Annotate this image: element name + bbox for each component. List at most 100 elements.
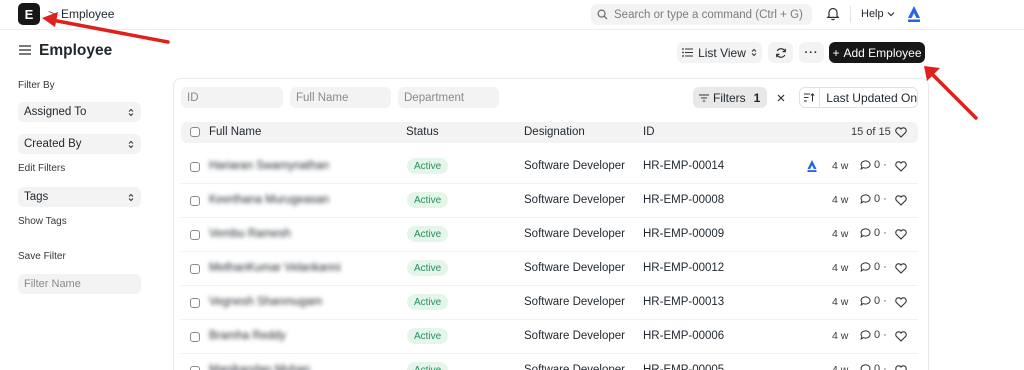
like-heart-icon[interactable] [895,161,907,172]
add-employee-label: Add Employee [843,45,922,60]
column-header-status: Status [406,126,439,138]
comment-count[interactable]: 0 · [860,159,887,171]
user-avatar[interactable] [906,5,922,23]
status-badge: Active [407,260,449,276]
row-checkbox[interactable] [190,332,200,342]
row-checkbox[interactable] [190,298,200,308]
filter-name-input[interactable] [18,274,141,294]
full-name-filter-input[interactable] [290,87,391,108]
heart-icon[interactable] [895,127,907,138]
table-row[interactable]: Hariaran Swamynathan Active Software Devel… [181,150,918,184]
table-row[interactable]: MethanKumar Velankanni Active Software Dev… [181,252,918,286]
separator-dot-icon: · [883,363,887,370]
refresh-icon [775,47,786,58]
plus-icon: + [832,45,840,60]
like-heart-icon[interactable] [895,229,907,240]
sort-descending-icon [804,93,815,102]
app-logo[interactable]: E [18,3,40,25]
select-arrows-icon [128,193,134,201]
separator-dot-icon: · [883,295,887,307]
comment-icon [860,330,871,340]
employee-id-cell: HR-EMP-00013 [643,296,725,308]
id-filter-input[interactable] [181,87,283,108]
created-by-select[interactable]: Created By [18,134,141,154]
annotation-arrow-left [42,12,170,44]
table-row[interactable]: Keerthana Murugeasan Active Software Devel… [181,184,918,218]
designation-cell: Software Developer [524,194,625,206]
row-checkbox[interactable] [190,196,200,206]
employee-name[interactable]: Bramha Reddy [209,330,286,342]
navbar-divider [850,6,851,23]
like-heart-icon[interactable] [895,263,907,274]
employee-id-cell: HR-EMP-00009 [643,228,725,240]
designation-cell: Software Developer [524,262,625,274]
comment-count[interactable]: 0 · [860,193,887,205]
table-row[interactable]: Vembu Ramesh Active Software Developer HR-E… [181,218,918,252]
more-actions-button[interactable]: ··· [799,42,824,63]
like-heart-icon[interactable] [895,297,907,308]
employee-name[interactable]: MethanKumar Velankanni [209,262,341,274]
like-heart-icon[interactable] [895,195,907,206]
department-filter-input[interactable] [398,87,499,108]
row-checkbox[interactable] [190,366,200,370]
comment-icon [860,228,871,238]
employee-name[interactable]: Vegnesh Shanmugam [209,296,322,308]
modified-time: 4 w [832,194,849,206]
more-icon: ··· [804,46,819,59]
like-heart-icon[interactable] [895,365,907,370]
list-view-button[interactable]: List View [677,42,762,63]
tags-select[interactable]: Tags [18,187,141,207]
table-row[interactable]: Bramha Reddy Active Software Developer HR-E… [181,320,918,354]
designation-cell: Software Developer [524,296,625,308]
refresh-button[interactable] [768,42,793,63]
select-arrows-icon [128,108,134,116]
row-checkbox[interactable] [190,162,200,172]
comment-count-value: 0 [874,261,881,273]
list-icon [682,48,694,57]
show-tags-link[interactable]: Show Tags [18,216,67,227]
comment-count[interactable]: 0 · [860,363,887,370]
chevron-down-icon [887,12,895,17]
save-filter-label: Save Filter [18,251,66,262]
notification-bell-icon[interactable] [826,6,840,21]
modified-time: 4 w [832,160,849,172]
designation-cell: Software Developer [524,364,625,370]
employee-name[interactable]: Manikandan Mohan [209,364,310,370]
search-input[interactable] [614,8,804,21]
clear-filters-button[interactable] [771,87,791,108]
awesome-bar[interactable] [591,4,812,25]
row-checkbox[interactable] [190,230,200,240]
comment-count[interactable]: 0 · [860,227,887,239]
employee-id-cell: HR-EMP-00008 [643,194,725,206]
designation-cell: Software Developer [524,160,625,172]
add-employee-button[interactable]: + Add Employee [829,42,925,63]
sort-order-button[interactable] [800,88,821,107]
sort-selector[interactable]: Last Updated On [799,87,918,108]
sidebar-toggle-icon[interactable] [19,45,31,55]
comment-count[interactable]: 0 · [860,261,887,273]
comment-icon [860,262,871,272]
app-logo-letter: E [24,6,34,22]
table-row[interactable]: Manikandan Mohan Active Software Developer… [181,354,918,370]
comment-count[interactable]: 0 · [860,329,887,341]
help-dropdown[interactable]: Help [861,8,895,20]
tags-label: Tags [24,191,49,203]
assigned-user-avatar[interactable] [806,159,818,173]
row-checkbox[interactable] [190,264,200,274]
separator-dot-icon: · [883,261,887,273]
comment-count[interactable]: 0 · [860,295,887,307]
like-heart-icon[interactable] [895,331,907,342]
filters-button[interactable]: Filters 1 [693,87,767,108]
table-row[interactable]: Vegnesh Shanmugam Active Software Develope… [181,286,918,320]
status-badge: Active [407,294,449,310]
select-all-checkbox[interactable] [190,127,200,137]
created-by-label: Created By [24,138,82,150]
comment-icon [860,160,871,170]
assigned-to-select[interactable]: Assigned To [18,102,141,122]
select-arrows-icon [751,48,757,57]
employee-name[interactable]: Vembu Ramesh [209,228,291,240]
employee-name[interactable]: Keerthana Murugeasan [209,194,329,206]
edit-filters-link[interactable]: Edit Filters [18,163,65,174]
employee-name[interactable]: Hariaran Swamynathan [209,160,329,172]
comment-count-value: 0 [874,363,881,370]
